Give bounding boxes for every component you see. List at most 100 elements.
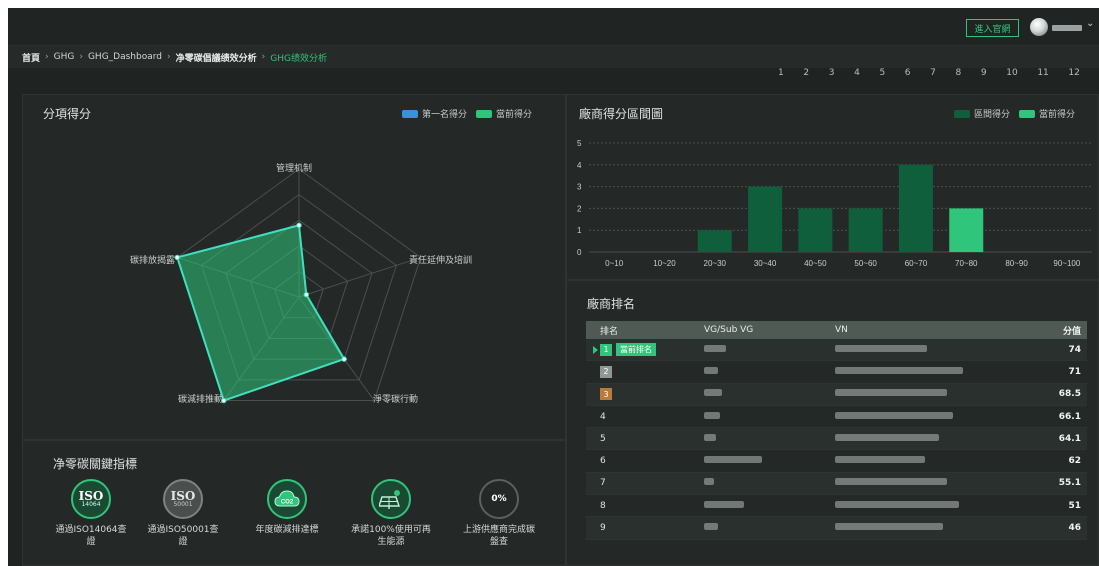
redacted-text [835, 500, 959, 508]
table-row[interactable]: 4 66.1 [586, 405, 1087, 429]
y-tick-label: 3 [577, 183, 582, 192]
x-tick-label: 60~70 [905, 259, 928, 268]
redacted-text [704, 523, 718, 531]
dashboard-app: 進入官網 ⌄ 首頁 › GHG › GHG_Dashboard › 净零碳倡議绩… [8, 8, 1099, 566]
current-row-arrow-icon [593, 345, 598, 354]
radar-axis-label: 淨零碳行動 [373, 395, 419, 405]
vn-cell [835, 478, 1047, 488]
page-number[interactable]: 6 [905, 68, 911, 84]
page-number[interactable]: 10 [1006, 68, 1017, 84]
redacted-text [835, 344, 927, 352]
rank-cell: 3 [586, 388, 704, 401]
table-row[interactable]: 8 51 [586, 495, 1087, 518]
radar-axis-label: 碳減排推動 [178, 395, 224, 405]
solar-panel-icon [371, 479, 411, 519]
kpi-iso14064[interactable]: ISO 14064 通過ISO14064查證 [51, 479, 131, 548]
x-tick-label: 40~50 [804, 259, 827, 268]
table-row[interactable]: 9 46 [586, 517, 1087, 540]
enter-website-button[interactable]: 進入官網 [966, 19, 1019, 37]
rank-badge: 1 [600, 343, 612, 356]
vg-cell [704, 456, 835, 466]
page-number[interactable]: 9 [981, 68, 987, 84]
breadcrumb-ghg-dashboard[interactable]: GHG_Dashboard [88, 52, 162, 62]
x-tick-label: 70~80 [955, 259, 978, 268]
page-number[interactable]: 12 [1068, 68, 1079, 84]
x-tick-label: 30~40 [754, 259, 777, 268]
table-row[interactable]: 5 64.1 [586, 428, 1087, 451]
redacted-text [704, 478, 714, 486]
chevron-down-icon[interactable]: ⌄ [1086, 18, 1094, 29]
table-body: 1 當前排名 74 2 71 3 68.5 4 66.1 5 64.1 6 62 7 55.1 8 51 9 46 [586, 339, 1087, 540]
kpi-co2-target[interactable]: CO2 年度碳減排達標 [247, 479, 327, 536]
iso-14064-icon: ISO 14064 [71, 479, 111, 519]
vg-cell [704, 344, 835, 355]
score-cell: 68.5 [1058, 389, 1081, 400]
score-cell: 64.1 [1058, 433, 1081, 444]
current-rank-tag: 當前排名 [616, 343, 656, 357]
rank-cell: 7 [586, 478, 704, 488]
radar-series-area[interactable] [175, 224, 346, 402]
breadcrumb-home[interactable]: 首頁 [22, 51, 40, 64]
radar-axis-label: 責任延伸及培訓 [409, 256, 473, 266]
kpi-supplier-inventory[interactable]: 0% 上游供應商完成碳盤查 [459, 479, 539, 548]
redacted-text [704, 389, 722, 397]
bar[interactable] [697, 230, 732, 252]
breadcrumb: 首頁 › GHG › GHG_Dashboard › 净零碳倡議绩效分析 › G… [8, 46, 1099, 68]
page-number[interactable]: 11 [1037, 68, 1048, 84]
bar[interactable] [798, 208, 833, 252]
y-tick-label: 0 [577, 248, 582, 257]
vn-cell [835, 523, 1047, 533]
col-rank[interactable]: 排名 [586, 324, 704, 337]
kpi-renewable[interactable]: 承諾100%使用可再生能源 [351, 479, 431, 548]
rank-cell: 6 [586, 456, 704, 466]
score-cell: 62 [1068, 456, 1081, 467]
radar-point[interactable] [303, 291, 310, 298]
vg-cell [704, 500, 835, 511]
col-vg[interactable]: VG/Sub VG [704, 325, 835, 335]
table-row[interactable]: 2 71 [586, 361, 1087, 384]
page-number[interactable]: 2 [803, 68, 809, 84]
redacted-text [704, 366, 718, 374]
rank-cell: 2 [586, 365, 704, 378]
rank-number: 5 [600, 433, 606, 444]
radar-point[interactable] [296, 222, 302, 229]
bar[interactable] [748, 186, 783, 252]
kpi-label: 通過ISO14064查證 [55, 525, 127, 547]
col-vn[interactable]: VN [835, 325, 1047, 335]
breadcrumb-netzero-analysis[interactable]: 净零碳倡議绩效分析 [176, 51, 257, 64]
redacted-text [704, 344, 726, 352]
breadcrumb-separator-icon: › [45, 52, 49, 62]
page-numbers: 1 2 3 4 5 6 7 8 9 10 11 12 [778, 68, 1080, 84]
vg-cell [704, 366, 835, 377]
page-number[interactable]: 5 [879, 68, 885, 84]
page-number[interactable]: 7 [930, 68, 936, 84]
score-cell: 51 [1068, 500, 1081, 511]
user-name-redacted[interactable] [1052, 25, 1082, 31]
breadcrumb-ghg[interactable]: GHG [54, 52, 75, 62]
bar[interactable] [898, 164, 933, 252]
page-number[interactable]: 1 [778, 68, 784, 84]
y-tick-label: 4 [577, 161, 582, 170]
table-row[interactable]: 1 當前排名 74 [586, 339, 1087, 362]
table-row[interactable]: 6 62 [586, 450, 1087, 473]
page-number[interactable]: 3 [829, 68, 835, 84]
vn-cell [835, 389, 1047, 399]
table-row[interactable]: 7 55.1 [586, 472, 1087, 496]
page-number[interactable]: 4 [854, 68, 860, 84]
bar[interactable] [949, 208, 984, 252]
page-number[interactable]: 8 [956, 68, 962, 84]
radar-point[interactable] [341, 356, 347, 362]
rank-number: 4 [600, 411, 606, 422]
radar-point[interactable] [174, 254, 180, 261]
radar-panel: 分項得分 第一名得分 當前得分 管理机制 責任延伸及培訓 淨零碳行動 碳減排推動… [22, 94, 566, 440]
col-score[interactable]: 分值 [1047, 324, 1087, 337]
bar[interactable] [848, 208, 883, 252]
table-row[interactable]: 3 68.5 [586, 383, 1087, 406]
kpi-iso50001[interactable]: ISO 50001 通過ISO50001查證 [143, 479, 223, 548]
user-avatar[interactable] [1030, 18, 1048, 36]
x-tick-label: 20~30 [704, 259, 727, 268]
breadcrumb-current: GHG绩效分析 [270, 53, 327, 64]
redacted-text [835, 523, 943, 531]
vg-cell [704, 523, 835, 533]
redacted-text [835, 411, 953, 419]
